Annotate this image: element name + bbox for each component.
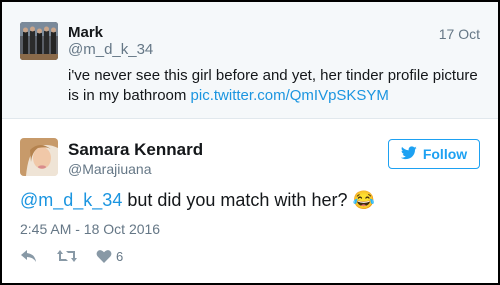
laughing-emoji-icon: 😂 xyxy=(352,190,375,210)
timestamp[interactable]: 2:45 AM - 18 Oct 2016 xyxy=(20,221,160,237)
author-handle[interactable]: @Marajiuana xyxy=(68,161,151,177)
heart-icon xyxy=(96,249,112,263)
quoted-tweet[interactable]: Mark @m_d_k_34 17 Oct i've never see thi… xyxy=(2,2,498,119)
avatar[interactable] xyxy=(20,22,58,60)
retweet-button[interactable] xyxy=(56,248,78,264)
tweet-embed: Mark @m_d_k_34 17 Oct i've never see thi… xyxy=(0,0,500,285)
author-name[interactable]: Samara Kennard xyxy=(68,140,203,160)
tweet-text-body: but did you match with her? xyxy=(122,190,353,210)
avatar[interactable] xyxy=(20,138,58,176)
quoted-author-handle[interactable]: @m_d_k_34 xyxy=(68,41,153,58)
like-count: 6 xyxy=(116,248,124,264)
retweet-icon xyxy=(57,250,77,262)
tweet-text: @m_d_k_34 but did you match with her? 😂 xyxy=(20,190,375,211)
quoted-author-name[interactable]: Mark xyxy=(68,24,103,41)
quoted-date[interactable]: 17 Oct xyxy=(439,26,480,42)
reply-icon xyxy=(21,250,36,262)
twitter-bird-icon xyxy=(400,145,417,163)
follow-button[interactable]: Follow xyxy=(388,139,480,169)
follow-label: Follow xyxy=(422,146,468,162)
quoted-text: i've never see this girl before and yet,… xyxy=(68,66,488,106)
like-button[interactable]: 6 xyxy=(96,249,123,264)
mention-link[interactable]: @m_d_k_34 xyxy=(20,190,122,210)
quoted-pic-link[interactable]: pic.twitter.com/QmIVpSKSYM xyxy=(191,87,389,104)
reply-button[interactable] xyxy=(20,248,38,264)
action-bar: 6 xyxy=(20,246,141,266)
